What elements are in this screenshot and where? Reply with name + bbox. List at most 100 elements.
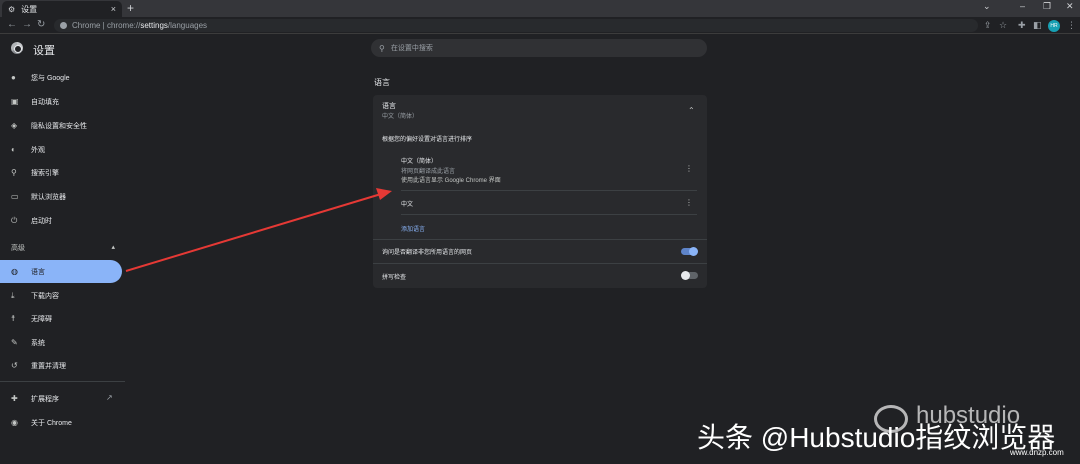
- minimize-icon[interactable]: –: [1020, 1, 1025, 11]
- restore-icon: ↺: [11, 361, 18, 370]
- language-name: 中文: [401, 202, 414, 208]
- row-divider: [401, 190, 697, 191]
- puzzle-icon: ✚: [11, 394, 18, 403]
- gear-icon: ⚙: [8, 4, 16, 14]
- language-row-value: 中文（简体）: [382, 114, 419, 120]
- sidebar-item-label: 启动时: [31, 217, 52, 225]
- sidebar-item-label: 重置并清理: [31, 362, 66, 370]
- url-scheme: chrome://: [106, 21, 141, 30]
- settings-search-input[interactable]: ⚲ 在设置中搜索: [371, 39, 707, 57]
- sidebar-item-label: 搜索引擎: [31, 169, 59, 177]
- bookmark-star-icon[interactable]: ☆: [999, 20, 1007, 31]
- palette-icon: ◐: [11, 145, 16, 154]
- sidebar-item-downloads[interactable]: ⤓ 下载内容: [0, 284, 122, 307]
- sidebar-item-label: 下载内容: [31, 292, 59, 300]
- profile-avatar[interactable]: HR: [1048, 20, 1060, 32]
- page-title: 设置: [33, 45, 55, 57]
- section-title: 语言: [374, 78, 390, 87]
- sidebar-item-label: 系统: [31, 339, 45, 347]
- back-icon[interactable]: ←: [7, 19, 17, 30]
- wrench-icon: ✎: [11, 338, 18, 347]
- url-path-bold: settings: [140, 21, 168, 30]
- row-divider: [401, 214, 697, 215]
- sidebar-item-label: 隐私设置和安全性: [31, 122, 87, 130]
- power-icon: ⏻: [11, 215, 18, 225]
- search-icon: ⚲: [379, 43, 385, 53]
- person-icon: ●: [11, 73, 16, 82]
- sidebar-item-search-engine[interactable]: ⚲ 搜索引擎: [0, 161, 122, 184]
- sidebar-item-label: 您与 Google: [31, 74, 70, 82]
- spellcheck-label: 拼写检查: [382, 275, 407, 281]
- tab-search-icon[interactable]: ⌄: [983, 1, 991, 12]
- sidebar-item-autofill[interactable]: ▣ 自动填充: [0, 90, 122, 113]
- sidebar-item-accessibility[interactable]: ☨ 无障碍: [0, 307, 122, 330]
- download-icon: ⤓: [11, 290, 15, 300]
- sidebar-item-system[interactable]: ✎ 系统: [0, 331, 122, 354]
- restore-icon[interactable]: ❐: [1043, 1, 1051, 12]
- add-language-link[interactable]: 添加语言: [401, 224, 425, 233]
- sidebar-item-label: 关于 Chrome: [31, 419, 72, 427]
- sidebar-item-label: 自动填充: [31, 98, 59, 106]
- language-name: 中文（简体）: [401, 159, 438, 165]
- extensions-icon[interactable]: ✚: [1018, 20, 1026, 31]
- share-icon[interactable]: ⇪: [984, 20, 992, 31]
- more-actions-icon[interactable]: ⋮: [685, 164, 693, 173]
- sidebar-item-on-startup[interactable]: ⏻ 启动时: [0, 209, 122, 232]
- globe-icon: ◍: [11, 267, 18, 276]
- site-info-icon[interactable]: [60, 22, 67, 29]
- row-divider: [373, 239, 707, 240]
- spellcheck-toggle[interactable]: [681, 271, 698, 280]
- search-placeholder: 在设置中搜索: [390, 45, 433, 52]
- tab-title: 设置: [21, 4, 38, 14]
- sidebar-item-default-browser[interactable]: ▭ 默认浏览器: [0, 185, 122, 208]
- tab-strip: ⚙ 设置 × + ⌄ – ❐ ✕: [0, 0, 1080, 17]
- chrome-logo-icon: [11, 42, 23, 54]
- clipboard-icon: ▣: [11, 97, 19, 106]
- advanced-toggle[interactable]: 高级 ▴: [11, 243, 115, 253]
- more-actions-icon[interactable]: ⋮: [685, 198, 693, 207]
- external-link-icon[interactable]: ↗: [106, 393, 113, 402]
- sidebar-item-privacy[interactable]: ◈ 隐私设置和安全性: [0, 114, 122, 137]
- forward-icon[interactable]: →: [22, 19, 32, 30]
- chrome-icon: ◉: [11, 418, 18, 427]
- new-tab-button[interactable]: +: [127, 1, 134, 15]
- window-close-icon[interactable]: ✕: [1066, 1, 1074, 12]
- sidebar-item-label: 外观: [31, 146, 45, 154]
- sidebar-item-label: 无障碍: [31, 315, 52, 323]
- advanced-label: 高级: [11, 245, 25, 252]
- url-path-rest: /languages: [167, 21, 208, 30]
- sidebar-item-you-and-google[interactable]: ● 您与 Google: [0, 66, 122, 89]
- tab-settings[interactable]: ⚙ 设置 ×: [2, 1, 122, 17]
- sidebar-item-reset[interactable]: ↺ 重置并清理: [0, 354, 122, 377]
- sidebar-item-languages[interactable]: ◍ 语言: [0, 260, 122, 283]
- menu-kebab-icon[interactable]: ⋮: [1067, 20, 1076, 31]
- languages-card: 语言 中文（简体） ⌃ 根据您的偏好设置对语言进行排序 中文（简体） 将网页翻译…: [373, 95, 707, 288]
- chevron-up-icon[interactable]: ⌃: [688, 106, 695, 115]
- url-host: Chrome: [72, 21, 101, 30]
- row-divider: [373, 263, 707, 264]
- sidebar-item-label: 语言: [31, 268, 45, 276]
- browser-icon: ▭: [11, 192, 19, 201]
- search-icon: ⚲: [11, 168, 17, 177]
- language-translate-note: 将网页翻译成此语言: [401, 169, 456, 175]
- watermark-text: 头条 @Hubstudio指纹浏览器: [697, 422, 1056, 453]
- reload-icon[interactable]: ↻: [37, 19, 45, 30]
- shield-icon: ◈: [11, 121, 18, 130]
- sidebar-item-extensions[interactable]: ✚ 扩展程序: [0, 387, 122, 410]
- language-row-label: 语言: [382, 103, 396, 110]
- sidebar-divider: [0, 381, 125, 382]
- side-panel-icon[interactable]: ◧: [1033, 20, 1042, 31]
- language-ui-note: 使用此语言显示 Google Chrome 界面: [401, 178, 501, 184]
- sidebar-item-label: 扩展程序: [31, 395, 59, 403]
- translate-offer-label: 询问是否翻译非您所用语言的网页: [382, 250, 473, 256]
- translate-toggle[interactable]: [681, 247, 698, 256]
- browser-toolbar: ← → ↻ Chrome | chrome:// settings /langu…: [0, 17, 1080, 34]
- sidebar-item-appearance[interactable]: ◐ 外观: [0, 138, 122, 161]
- close-tab-icon[interactable]: ×: [111, 4, 116, 14]
- watermark-site: www.dnzp.com: [1010, 448, 1064, 457]
- sidebar-item-label: 默认浏览器: [31, 193, 66, 201]
- sidebar-item-about[interactable]: ◉ 关于 Chrome: [0, 411, 122, 434]
- order-hint: 根据您的偏好设置对语言进行排序: [382, 137, 473, 143]
- address-bar[interactable]: Chrome | chrome:// settings /languages: [54, 19, 978, 32]
- accessibility-icon: ☨: [11, 314, 16, 323]
